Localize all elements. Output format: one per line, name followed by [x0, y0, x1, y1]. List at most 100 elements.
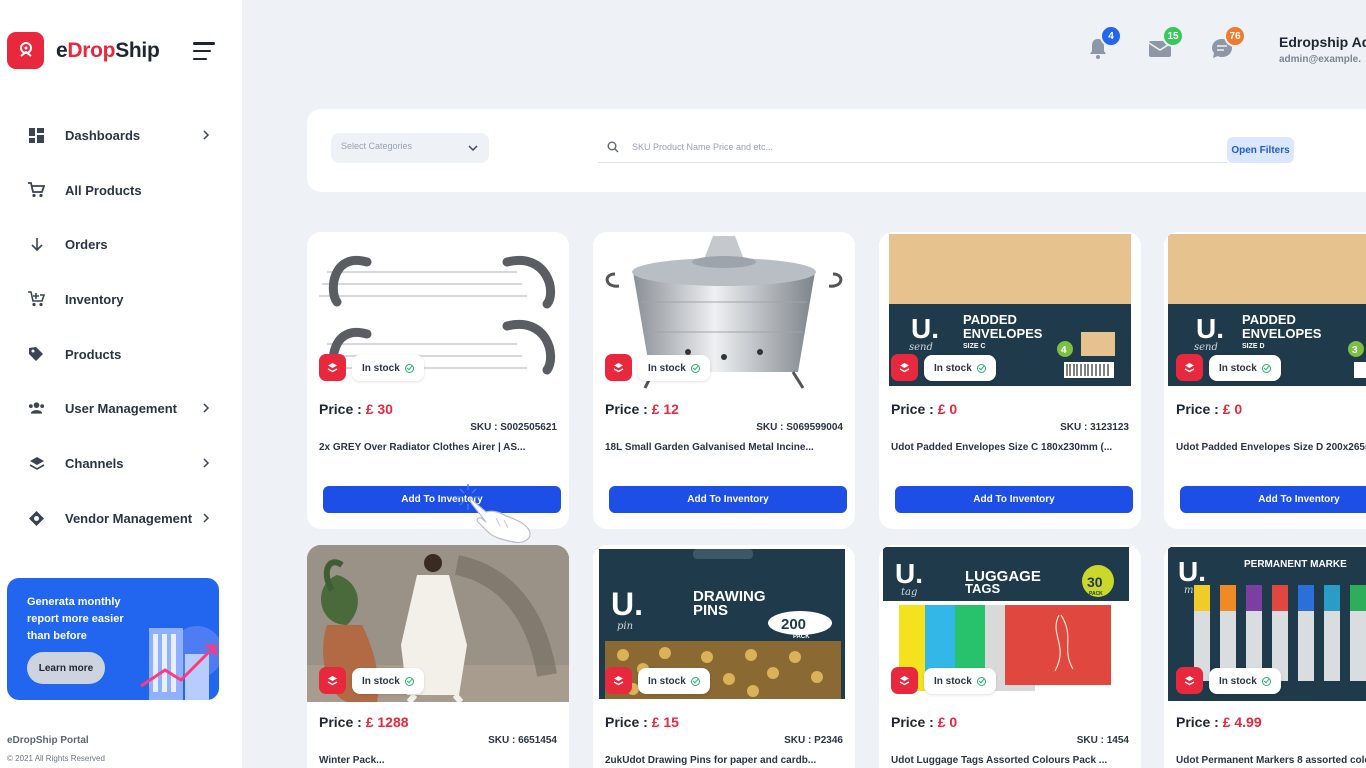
- logo-icon: [7, 32, 44, 69]
- markers-title: PERMANENT MARKE: [1244, 559, 1347, 570]
- product-name[interactable]: Udot Luggage Tags Assorted Colours Pack …: [891, 755, 1127, 766]
- check-circle-icon: [404, 676, 414, 686]
- product-sku: SKU : 1454: [1076, 735, 1129, 746]
- portal-footer-title: eDropShip Portal: [7, 735, 89, 746]
- stock-status: In stock: [1176, 667, 1286, 695]
- notifications-badge: 4: [1100, 25, 1122, 47]
- envelope-title-line2: ENVELOPES: [1242, 326, 1322, 341]
- sidebar-item-vendor-management[interactable]: Vendor Management: [0, 498, 242, 538]
- sidebar-item-user-management[interactable]: User Management: [0, 388, 242, 428]
- sidebar-item-inventory[interactable]: Inventory: [0, 279, 242, 319]
- category-select[interactable]: Select Categories: [331, 133, 489, 163]
- chat-button[interactable]: 76: [1210, 25, 1246, 62]
- product-card[interactable]: U. send PADDED ENVELOPES SIZE C 4 In sto…: [879, 232, 1141, 529]
- envelope-count: 4: [1061, 345, 1067, 356]
- envelope-size: SIZE D: [1242, 343, 1265, 350]
- brand-u-mark: U.: [895, 558, 923, 589]
- chevron-right-icon: [203, 458, 210, 468]
- product-card[interactable]: U. send PADDED ENVELOPES SIZE D 3 In sto…: [1164, 232, 1366, 529]
- user-name[interactable]: Edropship Adr: [1279, 34, 1366, 50]
- product-name[interactable]: Udot Padded Envelopes Size D 200x265mm: [1176, 442, 1366, 453]
- sidebar-item-products[interactable]: Products: [0, 334, 242, 374]
- edropship-logo-icon: [891, 667, 918, 694]
- brand-logo[interactable]: eDropShip: [7, 32, 160, 69]
- in-stock-badge: In stock: [352, 668, 424, 694]
- notifications-button[interactable]: 4: [1086, 25, 1122, 62]
- sidebar: eDropShip Dashboards All Products Orders…: [0, 0, 242, 768]
- in-stock-badge: In stock: [352, 355, 424, 381]
- check-circle-icon: [976, 363, 986, 373]
- product-card[interactable]: In stock Price : £ 1288 SKU : 6651454 Wi…: [307, 545, 569, 768]
- product-card[interactable]: In stock Price : £ 12 SKU : S069599004 1…: [593, 232, 855, 529]
- edropship-logo-icon: [319, 667, 346, 694]
- product-price: Price : £ 30: [319, 401, 393, 417]
- in-stock-badge: In stock: [924, 668, 996, 694]
- add-to-inventory-button[interactable]: Add To Inventory: [609, 486, 847, 513]
- product-sku: SKU : S069599004: [756, 422, 843, 433]
- product-card[interactable]: U. mark PERMANENT MARKE In stock Price :…: [1164, 545, 1366, 768]
- pins-count: 200: [781, 616, 806, 633]
- menu-toggle-icon[interactable]: [193, 42, 215, 60]
- in-stock-badge: In stock: [924, 355, 996, 381]
- messages-badge: 15: [1162, 25, 1184, 47]
- sidebar-item-label: Dashboards: [65, 127, 141, 143]
- category-placeholder: Select Categories: [341, 141, 413, 151]
- envelope-count: 3: [1352, 345, 1358, 356]
- stock-status: In stock: [605, 354, 715, 382]
- in-stock-badge: In stock: [638, 355, 710, 381]
- learn-more-button[interactable]: Learn more: [27, 652, 105, 684]
- product-name[interactable]: 2ukUdot Drawing Pins for paper and cardb…: [605, 755, 841, 766]
- product-name[interactable]: Winter Pack...: [319, 755, 555, 766]
- brand-name: eDropShip: [56, 38, 160, 62]
- sidebar-item-orders[interactable]: Orders: [0, 224, 242, 264]
- product-card[interactable]: U. tag LUGGAGE TAGS 30 PACK In stock Pri…: [879, 545, 1141, 768]
- chevron-down-icon: [468, 145, 478, 151]
- sidebar-item-label: Channels: [65, 455, 124, 471]
- chevron-right-icon: [203, 403, 210, 413]
- chevron-right-icon: [203, 130, 210, 140]
- tags-count: 30: [1087, 574, 1103, 590]
- sidebar-item-label: User Management: [65, 400, 177, 416]
- check-circle-icon: [404, 363, 414, 373]
- product-sku: SKU : P2346: [784, 735, 843, 746]
- layers-icon: [28, 455, 45, 472]
- tags-pack: PACK: [1089, 591, 1103, 597]
- in-stock-badge: In stock: [638, 668, 710, 694]
- product-card[interactable]: In stock Price : £ 30 SKU : S002505621 2…: [307, 232, 569, 529]
- product-name[interactable]: 2x GREY Over Radiator Clothes Airer | AS…: [319, 442, 555, 453]
- product-name[interactable]: 18L Small Garden Galvanised Metal Incine…: [605, 442, 841, 453]
- stock-status: In stock: [1176, 354, 1286, 382]
- promo-card: Generata monthly report more easier than…: [7, 578, 219, 700]
- product-price: Price : £ 12: [605, 401, 679, 417]
- cart-icon: [28, 182, 45, 199]
- open-filters-button[interactable]: Open Filters: [1227, 137, 1294, 163]
- dashboard-icon: [28, 127, 45, 144]
- product-sku: SKU : S002505621: [470, 422, 557, 433]
- sidebar-item-all-products[interactable]: All Products: [0, 170, 242, 210]
- check-circle-icon: [1261, 676, 1271, 686]
- sidebar-item-dashboards[interactable]: Dashboards: [0, 115, 242, 155]
- stock-status: In stock: [319, 354, 429, 382]
- add-to-inventory-button[interactable]: Add To Inventory: [323, 486, 561, 513]
- pins-title-line2: PINS: [693, 602, 728, 619]
- add-to-inventory-button[interactable]: Add To Inventory: [895, 486, 1133, 513]
- envelope-title-line2: ENVELOPES: [963, 326, 1043, 341]
- brand-script-tag: tag: [901, 587, 917, 598]
- copyright-text: © 2021 All Rights Reserved: [7, 754, 105, 763]
- messages-button[interactable]: 15: [1148, 25, 1184, 62]
- product-card[interactable]: U. pin DRAWING PINS 200 PACK In stock Pr…: [593, 545, 855, 768]
- product-sku: SKU : 6651454: [488, 735, 557, 746]
- add-to-inventory-button[interactable]: Add To Inventory: [1180, 486, 1366, 513]
- search-input[interactable]: [632, 137, 1212, 157]
- sidebar-item-label: Vendor Management: [65, 510, 193, 526]
- arrow-down-icon: [28, 236, 45, 253]
- stock-status: In stock: [319, 667, 429, 695]
- product-name[interactable]: Udot Permanent Markers 8 assorted colour…: [1176, 755, 1366, 766]
- envelope-title-line1: PADDED: [963, 312, 1017, 327]
- promo-text: Generata monthly report more easier than…: [27, 596, 124, 642]
- product-name[interactable]: Udot Padded Envelopes Size C 180x230mm (…: [891, 442, 1127, 453]
- check-circle-icon: [690, 676, 700, 686]
- sidebar-item-channels[interactable]: Channels: [0, 443, 242, 483]
- sidebar-item-label: All Products: [65, 182, 142, 198]
- check-circle-icon: [690, 363, 700, 373]
